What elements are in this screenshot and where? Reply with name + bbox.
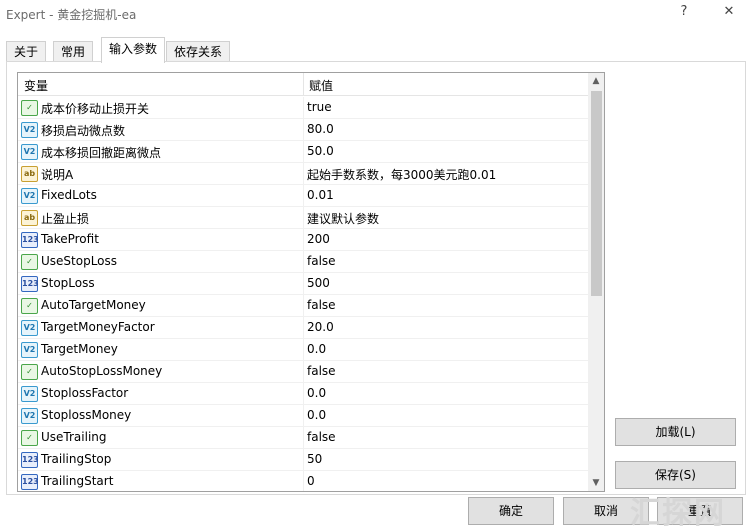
param-value[interactable]: 起始手数系数，每3000美元跑0.01 <box>307 166 496 183</box>
param-row[interactable]: ✓ AutoStopLossMoney false <box>18 361 588 383</box>
string-icon: ab <box>21 210 38 226</box>
param-name: UseTrailing <box>41 430 107 444</box>
double-icon: V2 <box>21 320 38 336</box>
param-name: StoplossMoney <box>41 408 132 422</box>
param-row[interactable]: 123 TakeProfit 200 <box>18 229 588 251</box>
param-value[interactable]: 20.0 <box>307 320 334 334</box>
param-row[interactable]: V2 StoplossMoney 0.0 <box>18 405 588 427</box>
grid-header: 变量 赋值 <box>18 73 588 96</box>
param-name: AutoTargetMoney <box>41 298 146 312</box>
param-row[interactable]: ✓ UseTrailing false <box>18 427 588 449</box>
bool-icon: ✓ <box>21 100 38 116</box>
header-value[interactable]: 赋值 <box>309 77 333 94</box>
param-row[interactable]: 123 TrailingStop 50 <box>18 449 588 471</box>
vertical-scrollbar[interactable]: ▲ ▼ <box>588 73 604 491</box>
param-name: 移损启动微点数 <box>41 124 126 138</box>
bool-icon: ✓ <box>21 364 38 380</box>
double-icon: V2 <box>21 386 38 402</box>
param-value[interactable]: false <box>307 430 336 444</box>
param-name: StoplossFactor <box>41 386 129 400</box>
param-row[interactable]: ✓ 成本价移动止损开关 true <box>18 97 588 119</box>
grid-rows: ✓ 成本价移动止损开关 true V2 移损启动微点数 80.0 V2 成本移损回撤距离微点 5… <box>18 97 588 491</box>
param-row[interactable]: V2 TargetMoney 0.0 <box>18 339 588 361</box>
param-value[interactable]: 200 <box>307 232 330 246</box>
double-icon: V2 <box>21 408 38 424</box>
integer-icon: 123 <box>21 276 39 292</box>
param-value[interactable]: 建议默认参数 <box>307 210 379 227</box>
tab-about[interactable]: 关于 <box>6 41 47 62</box>
param-row[interactable]: ✓ UseStopLoss false <box>18 251 588 273</box>
parameters-grid[interactable]: 变量 赋值 ✓ 成本价移动止损开关 true V2 移损启动微点数 80.0 V2 成本移损回… <box>17 72 605 492</box>
save-button[interactable]: 保存(S) <box>615 461 736 489</box>
scrollbar-thumb[interactable] <box>591 91 602 296</box>
window-title: Expert - 黄金挖掘机-ea <box>6 8 137 22</box>
param-name: UseStopLoss <box>41 254 118 268</box>
param-name: 成本移损回撤距离微点 <box>41 146 162 160</box>
param-name: 止盈止损 <box>41 212 90 226</box>
param-name: 成本价移动止损开关 <box>41 102 150 116</box>
param-name: AutoStopLossMoney <box>41 364 163 378</box>
param-row[interactable]: ab 说明A 起始手数系数，每3000美元跑0.01 <box>18 163 588 185</box>
param-row[interactable]: 123 StopLoss 500 <box>18 273 588 295</box>
param-name: TakeProfit <box>41 232 99 246</box>
watermark: 汇探网 <box>630 496 726 531</box>
param-row[interactable]: V2 TargetMoneyFactor 20.0 <box>18 317 588 339</box>
double-icon: V2 <box>21 122 38 138</box>
param-value[interactable]: false <box>307 254 336 268</box>
integer-icon: 123 <box>21 474 39 490</box>
param-value[interactable]: true <box>307 100 332 114</box>
param-value[interactable]: 50 <box>307 452 322 466</box>
tab-common[interactable]: 常用 <box>53 41 94 62</box>
double-icon: V2 <box>21 144 38 160</box>
tab-inputs[interactable]: 输入参数 <box>101 37 166 63</box>
param-value[interactable]: false <box>307 364 336 378</box>
param-row[interactable]: V2 成本移损回撤距离微点 50.0 <box>18 141 588 163</box>
param-row[interactable]: V2 StoplossFactor 0.0 <box>18 383 588 405</box>
header-variable[interactable]: 变量 <box>24 77 48 94</box>
param-name: 说明A <box>41 168 74 182</box>
param-value[interactable]: 0.01 <box>307 188 334 202</box>
bool-icon: ✓ <box>21 298 38 314</box>
param-row[interactable]: V2 移损启动微点数 80.0 <box>18 119 588 141</box>
close-icon[interactable]: ✕ <box>719 4 739 22</box>
double-icon: V2 <box>21 188 38 204</box>
param-row[interactable]: ✓ AutoTargetMoney false <box>18 295 588 317</box>
help-button[interactable]: ? <box>674 4 694 22</box>
param-value[interactable]: 0.0 <box>307 386 326 400</box>
param-value[interactable]: 500 <box>307 276 330 290</box>
bool-icon: ✓ <box>21 430 38 446</box>
param-value[interactable]: 0.0 <box>307 408 326 422</box>
param-value[interactable]: 80.0 <box>307 122 334 136</box>
param-value[interactable]: 0 <box>307 474 315 488</box>
title-bar: Expert - 黄金挖掘机-ea ? ✕ <box>0 0 752 28</box>
param-row[interactable]: ab 止盈止损 建议默认参数 <box>18 207 588 229</box>
param-name: TargetMoney <box>41 342 118 356</box>
scroll-up-icon[interactable]: ▲ <box>588 73 604 89</box>
param-value[interactable]: 50.0 <box>307 144 334 158</box>
param-name: TrailingStop <box>41 452 112 466</box>
param-row[interactable]: V2 FixedLots 0.01 <box>18 185 588 207</box>
param-name: StopLoss <box>41 276 95 290</box>
param-value[interactable]: 0.0 <box>307 342 326 356</box>
param-name: TrailingStart <box>41 474 114 488</box>
param-name: FixedLots <box>41 188 97 202</box>
load-button[interactable]: 加载(L) <box>615 418 736 446</box>
param-value[interactable]: false <box>307 298 336 312</box>
tab-dependencies[interactable]: 依存关系 <box>166 41 231 62</box>
integer-icon: 123 <box>21 232 39 248</box>
bool-icon: ✓ <box>21 254 38 270</box>
integer-icon: 123 <box>21 452 39 468</box>
double-icon: V2 <box>21 342 38 358</box>
string-icon: ab <box>21 166 38 182</box>
param-row[interactable]: 123 TrailingStart 0 <box>18 471 588 491</box>
scroll-down-icon[interactable]: ▼ <box>588 475 604 491</box>
ok-button[interactable]: 确定 <box>468 497 554 525</box>
param-name: TargetMoneyFactor <box>41 320 155 334</box>
